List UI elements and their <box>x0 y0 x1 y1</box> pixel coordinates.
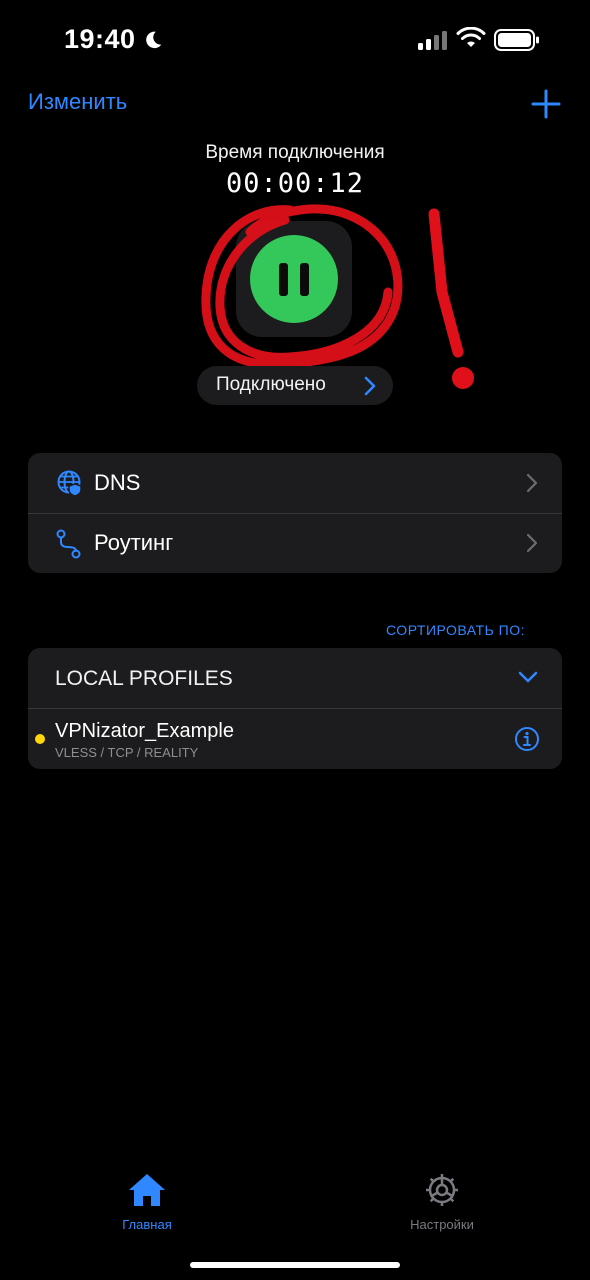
battery-icon <box>494 29 539 51</box>
tab-settings-label: Настройки <box>410 1217 474 1232</box>
profile-item[interactable]: VPNizator_Example VLESS / TCP / REALITY <box>28 709 562 769</box>
chevron-right-icon <box>526 533 538 553</box>
dns-row[interactable]: DNS <box>28 453 562 513</box>
sort-by-button[interactable]: СОРТИРОВАТЬ ПО: <box>386 622 525 638</box>
edit-button[interactable]: Изменить <box>28 89 127 115</box>
connection-timer: 00:00:12 <box>225 168 365 199</box>
connection-status-label: Подключено <box>216 374 326 395</box>
connection-time-label: Время подключения <box>205 142 385 163</box>
pause-icon[interactable] <box>250 235 338 323</box>
tab-home-label: Главная <box>122 1217 172 1232</box>
tab-home[interactable]: Главная <box>87 1172 207 1232</box>
house-icon <box>129 1174 165 1206</box>
globe-shield-icon <box>57 470 82 497</box>
settings-card: DNS Роутинг <box>28 453 562 573</box>
profile-group-title: LOCAL PROFILES <box>55 667 233 690</box>
home-indicator[interactable] <box>190 1262 400 1268</box>
chevron-right-icon <box>364 376 376 396</box>
tab-settings[interactable]: Настройки <box>382 1172 502 1232</box>
dns-label: DNS <box>94 470 141 495</box>
profile-name: VPNizator_Example <box>55 720 234 742</box>
connection-status-button[interactable]: Подключено <box>197 366 393 405</box>
info-icon[interactable] <box>514 726 540 752</box>
routing-icon <box>56 529 81 559</box>
profile-group-header[interactable]: LOCAL PROFILES <box>28 648 562 709</box>
profile-status-dot <box>35 734 45 744</box>
chevron-right-icon <box>526 473 538 493</box>
profiles-card: LOCAL PROFILES VPNizator_Example VLESS /… <box>28 648 562 769</box>
plus-icon[interactable] <box>530 88 562 120</box>
chevron-down-icon[interactable] <box>518 670 538 684</box>
gear-icon <box>426 1174 458 1206</box>
routing-label: Роутинг <box>94 530 174 555</box>
routing-row[interactable]: Роутинг <box>28 513 562 573</box>
wifi-icon <box>456 27 486 47</box>
moon-icon <box>145 31 161 48</box>
status-time: 19:40 <box>64 24 164 55</box>
cellular-signal-icon <box>418 30 447 50</box>
profile-details: VLESS / TCP / REALITY <box>55 745 199 760</box>
connect-toggle-button[interactable] <box>236 221 352 337</box>
